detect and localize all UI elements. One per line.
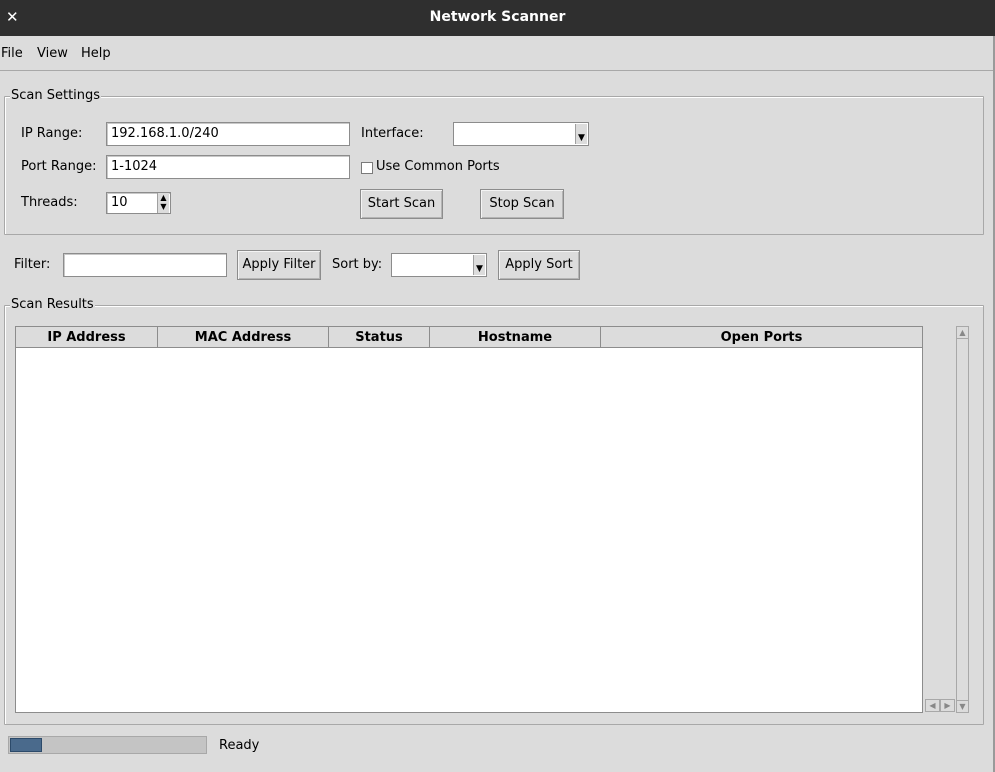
horizontal-scrollbar[interactable]: ◀ ▶ — [925, 699, 955, 712]
sort-by-select[interactable]: ▼ — [391, 253, 487, 277]
column-header-status[interactable]: Status — [329, 327, 430, 348]
progress-fill — [10, 738, 42, 752]
scroll-left-icon[interactable]: ◀ — [925, 699, 940, 712]
vertical-scrollbar[interactable]: ▲ ▼ — [956, 326, 969, 713]
chevron-down-icon[interactable]: ▼ — [575, 124, 587, 144]
scroll-down-icon[interactable]: ▼ — [957, 700, 968, 712]
menu-help[interactable]: Help — [81, 46, 111, 61]
column-header-mac-address[interactable]: MAC Address — [158, 327, 329, 348]
filter-label: Filter: — [14, 257, 51, 272]
ip-range-label: IP Range: — [21, 126, 83, 141]
interface-select[interactable]: ▼ — [453, 122, 589, 146]
spin-arrows-icon[interactable]: ▲ ▼ — [157, 193, 169, 213]
port-range-input[interactable]: 1-1024 — [106, 155, 350, 179]
use-common-ports-checkbox[interactable] — [361, 162, 373, 174]
scroll-up-icon[interactable]: ▲ — [957, 327, 968, 339]
column-header-open-ports[interactable]: Open Ports — [601, 327, 922, 348]
column-header-ip-address[interactable]: IP Address — [16, 327, 158, 348]
title-bar: ✕ Network Scanner — [0, 0, 995, 36]
threads-spinbox[interactable]: 10 ▲ ▼ — [106, 192, 171, 214]
scan-settings-legend: Scan Settings — [10, 88, 102, 103]
sort-by-label: Sort by: — [332, 257, 383, 272]
results-table[interactable]: IP Address MAC Address Status Hostname O… — [15, 326, 923, 713]
ip-range-input[interactable]: 192.168.1.0/240 — [106, 122, 350, 146]
port-range-label: Port Range: — [21, 159, 97, 174]
scan-progress-bar — [8, 736, 207, 754]
chevron-down-icon[interactable]: ▼ — [473, 255, 485, 275]
menu-view[interactable]: View — [37, 46, 68, 61]
threads-value: 10 — [111, 195, 128, 210]
menu-file[interactable]: File — [1, 46, 23, 61]
menu-bar: File View Help — [0, 37, 993, 71]
apply-filter-button[interactable]: Apply Filter — [237, 250, 321, 280]
filter-input[interactable] — [63, 253, 227, 277]
status-text: Ready — [219, 738, 260, 753]
column-header-hostname[interactable]: Hostname — [430, 327, 601, 348]
interface-label: Interface: — [361, 126, 424, 141]
scan-results-legend: Scan Results — [10, 297, 95, 312]
threads-label: Threads: — [21, 195, 78, 210]
scroll-right-icon[interactable]: ▶ — [940, 699, 955, 712]
stop-scan-button[interactable]: Stop Scan — [480, 189, 564, 219]
apply-sort-button[interactable]: Apply Sort — [498, 250, 580, 280]
window-title: Network Scanner — [429, 9, 566, 25]
use-common-ports-label[interactable]: Use Common Ports — [376, 159, 500, 174]
start-scan-button[interactable]: Start Scan — [360, 189, 443, 219]
